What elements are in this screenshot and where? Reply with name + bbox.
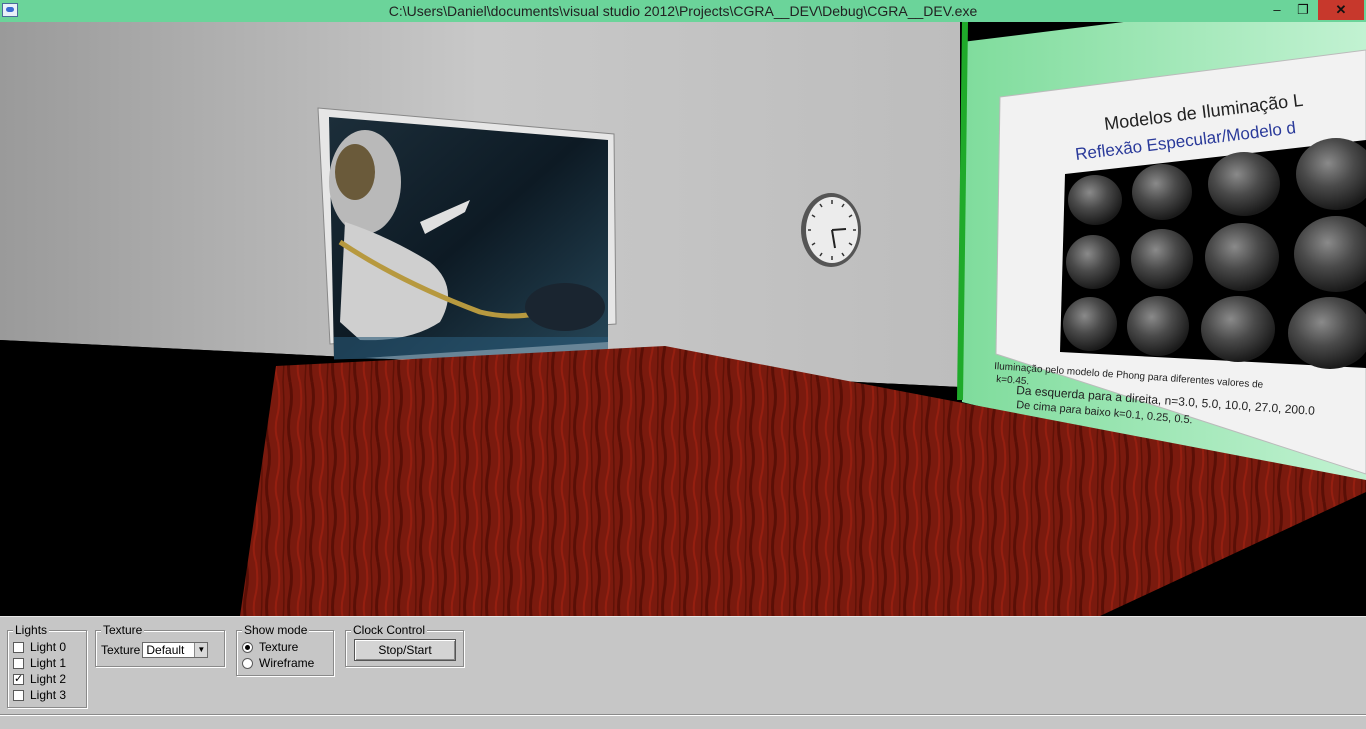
checkmark-icon: ✓ xyxy=(14,672,24,685)
texture-group: Texture Texture Default ▼ xyxy=(95,622,225,667)
clock-control-group-label: Clock Control xyxy=(351,622,428,638)
light-2-checkbox[interactable]: ✓ Light 2 xyxy=(13,672,66,686)
show-mode-wireframe-label: Wireframe xyxy=(259,656,315,670)
window-title: C:\Users\Daniel\documents\visual studio … xyxy=(388,3,978,19)
lights-group-label: Lights xyxy=(13,622,50,638)
texture-group-label: Texture xyxy=(101,622,145,638)
dropdown-arrow-icon[interactable]: ▼ xyxy=(194,643,208,657)
radio-selected[interactable] xyxy=(242,641,253,653)
texture-select[interactable]: Default ▼ xyxy=(142,642,209,658)
texture-field-label: Texture xyxy=(101,643,141,657)
minimize-icon: – xyxy=(1273,2,1281,17)
poster: Modelos de Iluminação L Reflexão Especul… xyxy=(994,49,1366,475)
show-mode-group: Show mode Texture Wireframe xyxy=(236,622,334,676)
checkbox-box[interactable] xyxy=(13,641,24,653)
lights-group: Lights Light 0 Light 1 ✓ Light 2 Light 3 xyxy=(7,622,87,708)
minimize-button[interactable]: – xyxy=(1264,0,1290,20)
show-mode-group-label: Show mode xyxy=(242,622,310,638)
maximize-button[interactable]: ❐ xyxy=(1290,0,1316,20)
show-mode-texture-radio[interactable]: Texture xyxy=(242,640,298,654)
checkbox-box[interactable]: ✓ xyxy=(13,672,24,685)
texture-select-value: Default xyxy=(146,643,185,657)
title-bar[interactable]: C:\Users\Daniel\documents\visual studio … xyxy=(0,0,1366,22)
light-1-label: Light 1 xyxy=(30,656,67,670)
light-0-label: Light 0 xyxy=(30,640,67,654)
show-mode-texture-label: Texture xyxy=(259,640,299,654)
texture-row: Texture Default ▼ xyxy=(101,642,209,658)
checkbox-box[interactable] xyxy=(13,657,24,669)
light-0-checkbox[interactable]: Light 0 xyxy=(13,640,66,654)
clock-control-group: Clock Control Stop/Start xyxy=(345,622,464,667)
light-3-label: Light 3 xyxy=(30,688,67,702)
light-2-label: Light 2 xyxy=(30,672,67,686)
light-1-checkbox[interactable]: Light 1 xyxy=(13,656,66,670)
light-3-checkbox[interactable]: Light 3 xyxy=(13,688,66,702)
stop-start-button[interactable]: Stop/Start xyxy=(354,639,456,661)
close-button[interactable]: ✕ xyxy=(1318,0,1364,20)
scene-svg: Modelos de Iluminação L Reflexão Especul… xyxy=(0,22,1366,616)
maximize-icon: ❐ xyxy=(1297,2,1309,17)
show-mode-wireframe-radio[interactable]: Wireframe xyxy=(242,656,314,670)
status-bar xyxy=(0,714,1366,729)
checkbox-box[interactable] xyxy=(13,689,24,701)
radio-unselected[interactable] xyxy=(242,657,253,669)
astronaut-painting xyxy=(317,107,617,360)
opengl-viewport[interactable]: Modelos de Iluminação L Reflexão Especul… xyxy=(0,22,1366,616)
wall-clock xyxy=(801,193,861,267)
close-icon: ✕ xyxy=(1335,2,1347,17)
control-panel: Lights Light 0 Light 1 ✓ Light 2 Light 3 … xyxy=(0,616,1366,728)
